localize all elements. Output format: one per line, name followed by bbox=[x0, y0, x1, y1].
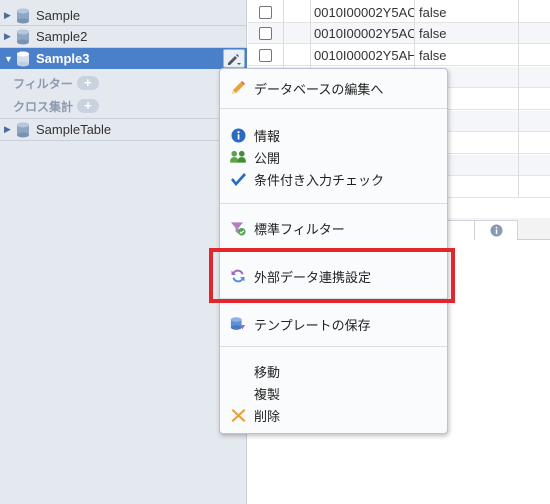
delete-icon bbox=[230, 407, 246, 423]
database-icon bbox=[17, 122, 29, 137]
tree-item-label: Sample bbox=[36, 8, 81, 23]
record-id-cell: 0010I00002Y5AC bbox=[314, 5, 414, 20]
highlight-annotation-box bbox=[209, 248, 455, 303]
table-row[interactable]: 0010I00002Y5AC false bbox=[248, 23, 550, 44]
boolean-cell: false bbox=[419, 26, 447, 41]
table-row[interactable]: 0010I00002Y5AC false bbox=[248, 2, 550, 23]
filter-label: フィルター bbox=[13, 76, 73, 91]
menu-item-info[interactable]: 情報 bbox=[230, 125, 280, 145]
menu-item-label: 標準フィルター bbox=[254, 221, 345, 237]
pencil-icon bbox=[230, 80, 246, 96]
database-icon bbox=[17, 8, 29, 23]
menu-item-move[interactable]: 移動 bbox=[230, 361, 280, 381]
row-checkbox[interactable] bbox=[259, 27, 272, 40]
menu-item-label: 複製 bbox=[254, 386, 281, 402]
menu-divider bbox=[220, 108, 447, 109]
info-tab[interactable] bbox=[474, 220, 518, 240]
template-save-icon bbox=[230, 316, 246, 332]
checkmark-icon bbox=[230, 171, 246, 187]
row-checkbox[interactable] bbox=[259, 49, 272, 62]
boolean-cell: false bbox=[419, 5, 447, 20]
menu-item-label: 条件付き入力チェック bbox=[254, 172, 385, 188]
menu-item-publish[interactable]: 公開 bbox=[230, 147, 280, 167]
cross-tab-label: クロス集計 bbox=[13, 99, 74, 114]
menu-item-label: データベースの編集へ bbox=[254, 81, 384, 97]
menu-item-conditional-check[interactable]: 条件付き入力チェック bbox=[230, 169, 384, 189]
expand-arrow-icon[interactable]: ▶ bbox=[4, 31, 14, 42]
menu-item-label: 情報 bbox=[254, 128, 281, 144]
tree-item-sample3-selected[interactable]: ▼ Sample3 bbox=[0, 48, 247, 69]
record-id-cell: 0010I00002Y5AH bbox=[314, 48, 414, 63]
menu-divider bbox=[220, 346, 447, 347]
info-icon bbox=[490, 224, 502, 237]
record-id-cell: 0010I00002Y5AC bbox=[314, 26, 414, 41]
filter-row: フィルター + bbox=[13, 74, 99, 92]
database-icon bbox=[17, 51, 29, 66]
menu-item-delete[interactable]: 削除 bbox=[230, 405, 280, 425]
menu-item-duplicate[interactable]: 複製 bbox=[230, 383, 280, 403]
tree-item-label: SampleTable bbox=[36, 122, 112, 137]
expand-arrow-icon[interactable]: ▶ bbox=[4, 124, 14, 135]
menu-item-label: 移動 bbox=[254, 364, 281, 380]
menu-item-label: 公開 bbox=[254, 150, 281, 166]
users-icon bbox=[230, 149, 246, 165]
menu-item-save-template[interactable]: テンプレートの保存 bbox=[230, 314, 371, 334]
collapse-arrow-icon[interactable]: ▼ bbox=[4, 54, 14, 64]
boolean-cell: false bbox=[419, 48, 447, 63]
cross-tab-row: クロス集計 + bbox=[13, 97, 100, 115]
table-row[interactable]: 0010I00002Y5AH false bbox=[248, 45, 550, 66]
tree-item-label: Sample3 bbox=[36, 51, 90, 66]
tree-item-sample2[interactable]: ▶ Sample2 bbox=[0, 26, 247, 47]
menu-item-label: 削除 bbox=[254, 408, 281, 424]
menu-item-label: テンプレートの保存 bbox=[254, 317, 371, 333]
edit-menu-button[interactable] bbox=[223, 49, 245, 68]
pencil-dropdown-icon bbox=[228, 53, 241, 65]
menu-item-standard-filter[interactable]: 標準フィルター bbox=[230, 218, 345, 238]
database-icon bbox=[17, 29, 29, 44]
tree-item-sampletable[interactable]: ▶ SampleTable bbox=[0, 119, 247, 140]
info-icon bbox=[230, 127, 246, 143]
column-divider bbox=[518, 0, 519, 198]
add-cross-tab-button[interactable]: + bbox=[77, 99, 100, 113]
menu-divider bbox=[220, 203, 447, 204]
menu-item-edit-database[interactable]: データベースの編集へ bbox=[230, 78, 383, 98]
tree-item-label: Sample2 bbox=[36, 29, 88, 44]
tree-item-sample[interactable]: ▶ Sample bbox=[0, 5, 247, 26]
expand-arrow-icon[interactable]: ▶ bbox=[4, 10, 14, 21]
filter-icon bbox=[230, 220, 246, 236]
add-filter-button[interactable]: + bbox=[76, 76, 99, 90]
row-checkbox[interactable] bbox=[259, 6, 272, 19]
